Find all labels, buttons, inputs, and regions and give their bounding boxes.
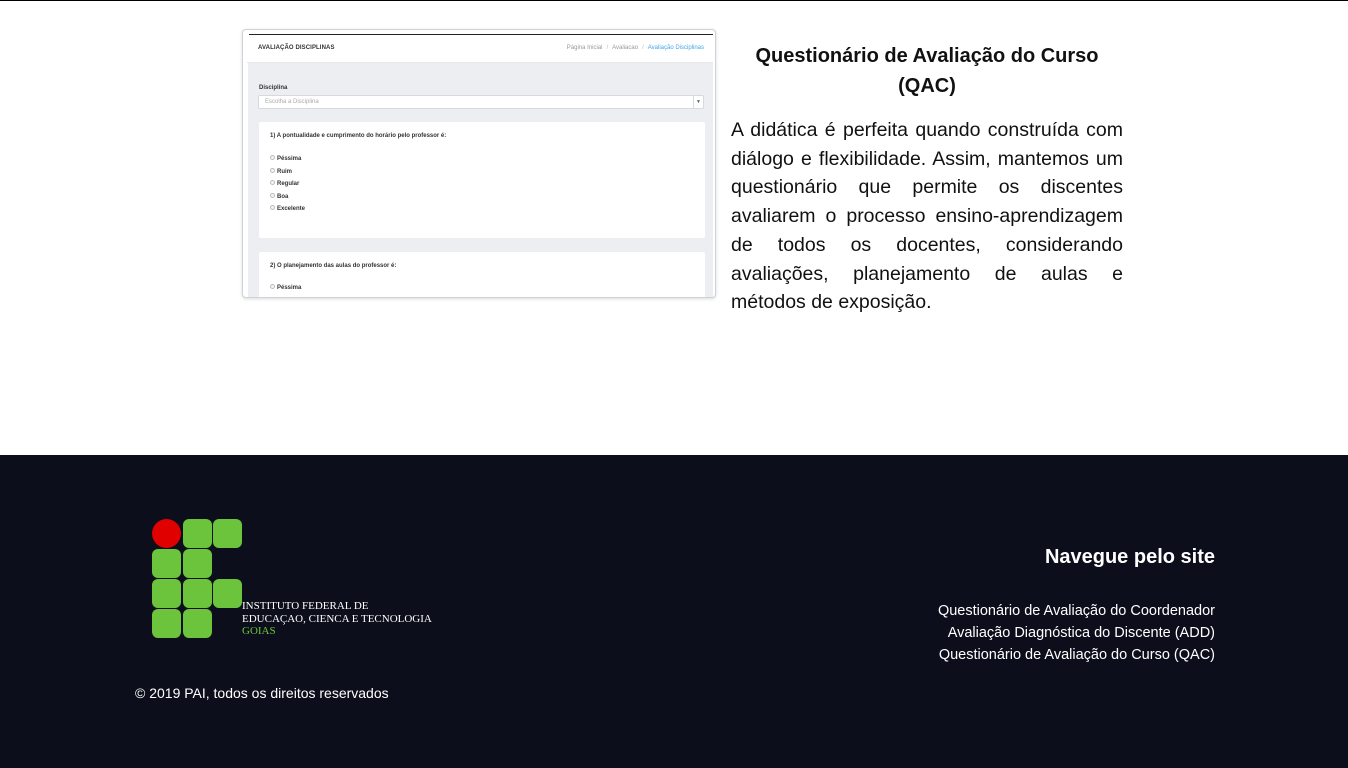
option-regular: Regular — [270, 180, 299, 187]
screenshot-body: Disciplina Escolha a Disciplina ▼ 1) A p… — [248, 63, 713, 297]
footer-nav: Questionário de Avaliação do Coordenador… — [938, 600, 1215, 666]
option-pessima: Péssima — [270, 284, 301, 291]
breadcrumb-item-avaliacao: Avaliacao — [612, 45, 639, 51]
footer-nav-title: Navegue pelo site — [1044, 546, 1215, 568]
discipline-select: Escolha a Disciplina ▼ — [258, 95, 704, 109]
radio-icon — [270, 180, 275, 185]
option-boa: Boa — [270, 193, 288, 200]
radio-icon — [270, 193, 275, 198]
chevron-down-icon: ▼ — [693, 96, 703, 108]
radio-icon — [270, 284, 275, 289]
question-card-1: 1) A pontualidade e cumprimento do horár… — [259, 122, 705, 238]
option-ruim: Ruim — [270, 168, 292, 175]
discipline-label: Disciplina — [259, 85, 288, 91]
institute-name: INSTITUTO FEDERAL DE EDUCAÇAO, CIENCA E … — [242, 600, 432, 637]
radio-icon — [270, 205, 275, 210]
breadcrumb-item-home: Página Inicial — [566, 45, 603, 51]
section-title: Questionário de Avaliação do Curso (QAC) — [755, 45, 1099, 97]
question-text: 1) A pontualidade e cumprimento do horár… — [270, 133, 447, 139]
logo-red-dot — [152, 519, 181, 548]
option-excelente: Excelente — [270, 205, 305, 212]
evaluation-screenshot: AVALIAÇÃO DISCIPLINAS Página Inicial / Ava… — [242, 29, 716, 298]
question-text: 2) O planejamento das aulas do professor… — [270, 263, 397, 269]
question-card-2: 2) O planejamento das aulas do professor… — [259, 252, 705, 297]
top-divider — [0, 0, 1348, 1]
footer-link-qac-curso[interactable]: Questionário de Avaliação do Curso (QAC) — [938, 644, 1215, 666]
copyright-text: © 2019 PAI, todos os direitos reservados — [135, 685, 389, 701]
radio-icon — [270, 168, 275, 173]
radio-icon — [270, 155, 275, 160]
section-description: A didática é perfeita quando construída … — [731, 119, 1123, 314]
discipline-placeholder: Escolha a Disciplina — [265, 99, 319, 105]
footer-link-qac-coordenador[interactable]: Questionário de Avaliação do Coordenador — [938, 600, 1215, 622]
footer-link-add[interactable]: Avaliação Diagnóstica do Discente (ADD) — [938, 622, 1215, 644]
breadcrumb-item-current: Avaliação Disciplinas — [647, 45, 704, 51]
screenshot-breadcrumb: Página Inicial / Avaliacao / Avaliação Disci… — [566, 45, 704, 51]
option-pessima: Péssima — [270, 155, 301, 162]
screenshot-page-title: AVALIAÇÃO DISCIPLINAS — [258, 45, 335, 51]
screenshot-header: AVALIAÇÃO DISCIPLINAS Página Inicial / Ava… — [247, 35, 713, 63]
